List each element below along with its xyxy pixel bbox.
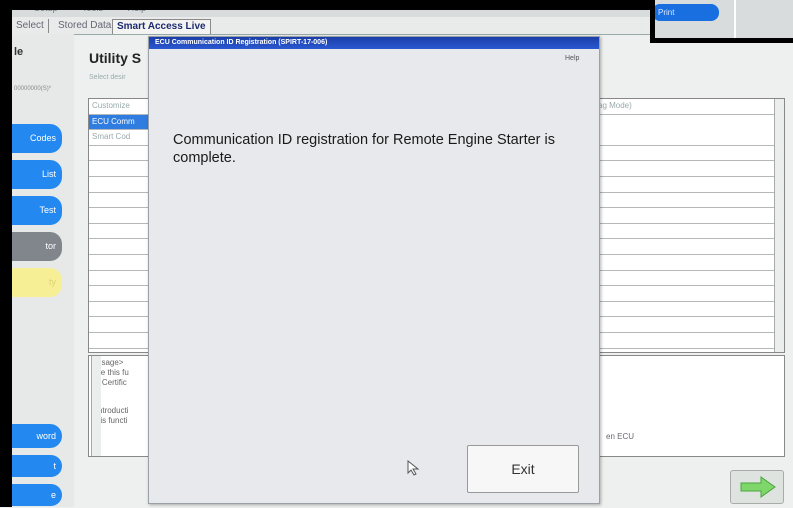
exit-button[interactable]: Exit bbox=[467, 445, 579, 493]
sidebar-button-monitor[interactable]: tor bbox=[12, 232, 62, 261]
list-scrollbar[interactable] bbox=[774, 99, 784, 352]
sidebar-subtitle: 00000000(S)* bbox=[14, 86, 52, 92]
usage-scrollbar[interactable] bbox=[91, 356, 101, 456]
dialog-message: Communication ID registration for Remote… bbox=[173, 132, 555, 166]
list-item-selected[interactable]: ECU Comm bbox=[89, 114, 151, 131]
next-button[interactable] bbox=[730, 470, 784, 504]
sidebar-button-password[interactable]: word bbox=[12, 424, 62, 448]
right-arrow-icon bbox=[740, 476, 776, 498]
black-frame-horizontal bbox=[650, 38, 793, 43]
tab-stored-data[interactable]: Stored Data bbox=[54, 19, 117, 33]
sidebar-button-8[interactable]: e bbox=[12, 484, 62, 506]
sidebar-button-test[interactable]: Test bbox=[12, 196, 62, 225]
tab-select[interactable]: Select bbox=[12, 19, 49, 33]
black-frame-top bbox=[0, 0, 655, 10]
black-frame-vertical bbox=[650, 0, 655, 42]
sidebar-title: le bbox=[14, 46, 24, 58]
black-frame-left bbox=[0, 0, 12, 507]
mouse-cursor-icon bbox=[407, 459, 421, 479]
divider bbox=[734, 0, 736, 38]
sidebar-button-utility[interactable]: ty bbox=[12, 268, 62, 297]
page-title: Utility S bbox=[89, 50, 142, 66]
usage-line: - Certific bbox=[97, 378, 127, 387]
list-column-text: ag Mode) bbox=[598, 101, 632, 110]
registration-dialog: ECU Communication ID Registration (SPIRT… bbox=[148, 36, 600, 504]
usage-text-fragment: en ECU bbox=[606, 432, 635, 441]
tab-bar: Select Stored Data Smart Access Live bbox=[12, 17, 650, 35]
sidebar-button-7[interactable]: t bbox=[12, 455, 62, 477]
print-button[interactable]: Print bbox=[652, 4, 719, 21]
dialog-title: ECU Communication ID Registration (SPIRT… bbox=[149, 37, 599, 49]
sidebar-button-codes[interactable]: Codes bbox=[12, 124, 62, 153]
page-subtitle: Select desir bbox=[89, 74, 126, 81]
help-link[interactable]: Help bbox=[565, 55, 579, 62]
sidebar-button-list[interactable]: List bbox=[12, 160, 62, 189]
tab-smart-access-live[interactable]: Smart Access Live bbox=[112, 19, 211, 34]
